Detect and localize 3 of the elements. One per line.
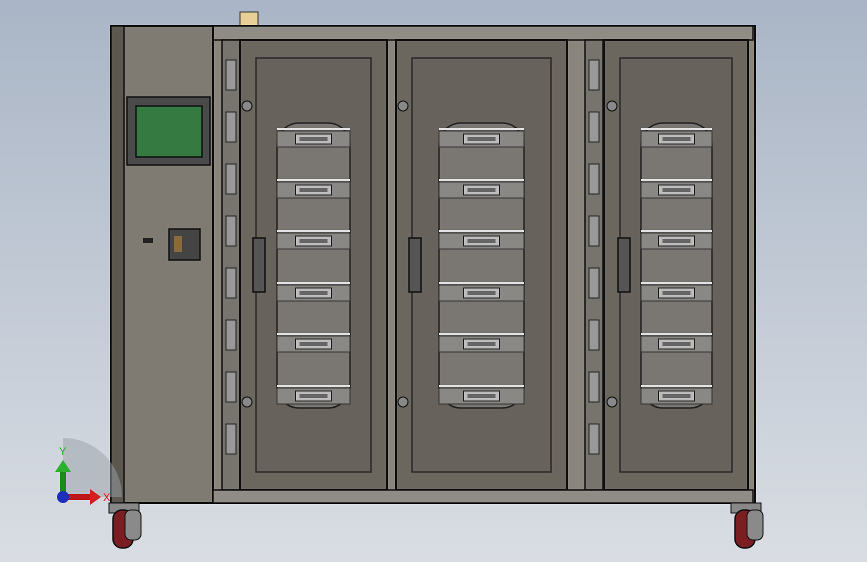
x-axis-label: X bbox=[103, 492, 110, 504]
y-axis-label: Y bbox=[59, 446, 66, 458]
axis-triad-drawing bbox=[55, 438, 122, 505]
